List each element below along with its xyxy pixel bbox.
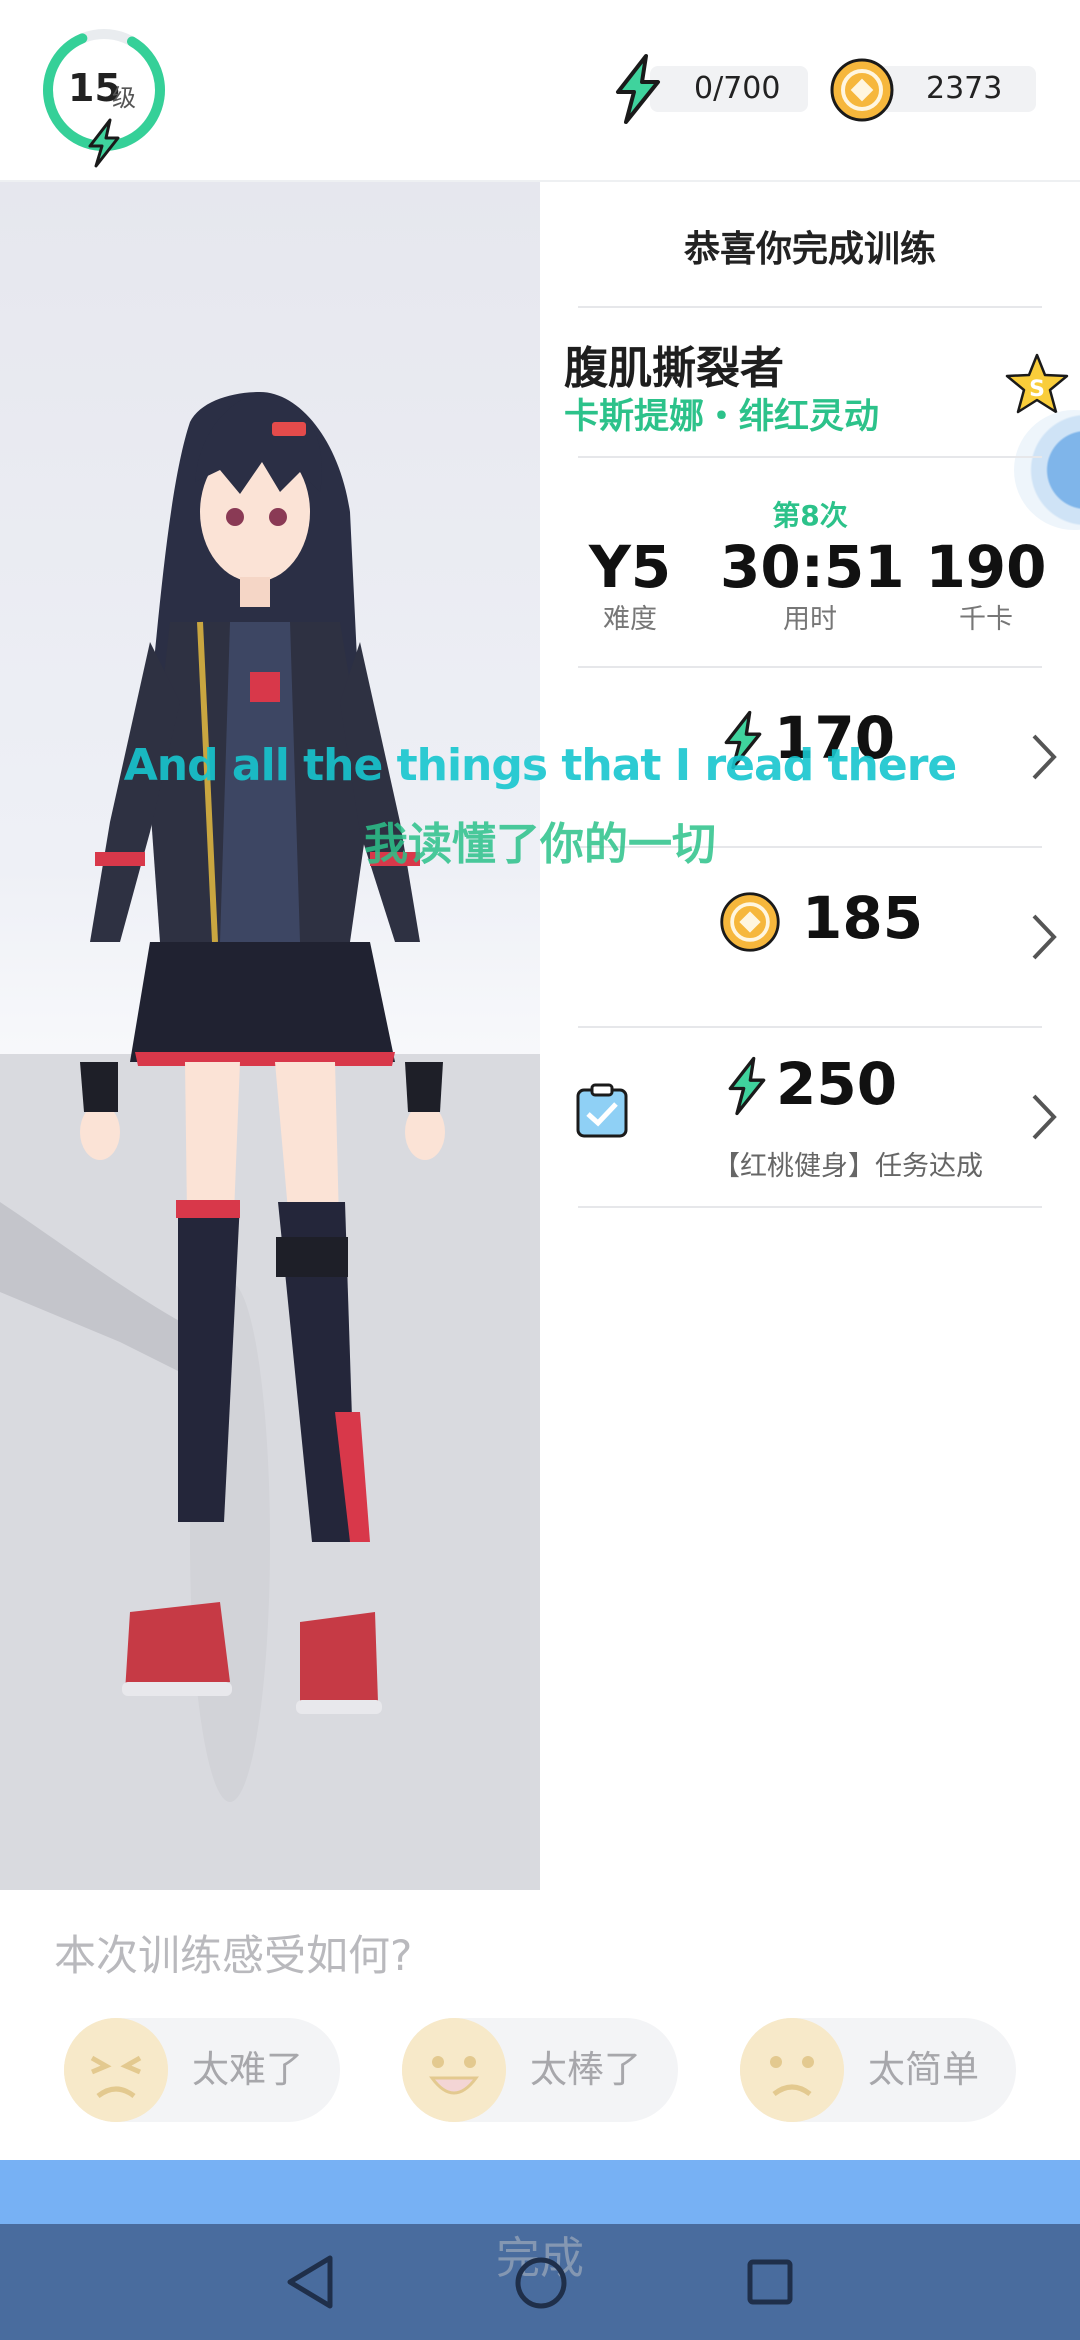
nav-back-icon[interactable] xyxy=(282,2252,338,2312)
duration-stat: 30:51 用时 xyxy=(720,532,905,638)
coin-icon xyxy=(830,58,894,122)
duration-label: 用时 xyxy=(783,604,837,635)
top-bar: 15 级 0/700 2373 xyxy=(0,0,1080,182)
chevron-right-icon xyxy=(1032,1094,1057,1140)
badge-letter: S xyxy=(1029,377,1045,402)
star-rank-badge: S xyxy=(1005,353,1069,414)
calories-label: 千卡 xyxy=(959,604,1013,635)
energy-counter[interactable]: 0/700 xyxy=(650,66,808,112)
level-bolt-icon xyxy=(88,118,120,168)
energy-value: 0/700 xyxy=(694,71,781,106)
chevron-right-icon xyxy=(1032,914,1057,960)
result-panel: 恭喜你完成训练 腹肌撕裂者 卡斯提娜・绯红灵动 S 第8次 Y5 难度 30:5… xyxy=(540,182,1080,1890)
nav-home-icon[interactable] xyxy=(514,2256,568,2310)
course-name: 腹肌撕裂者 xyxy=(564,343,784,394)
energy-bolt-icon xyxy=(616,54,660,124)
difficulty-value: Y5 xyxy=(588,533,672,601)
sad-face-icon xyxy=(740,2018,844,2122)
energy-bolt-icon xyxy=(728,1056,766,1116)
coin-value: 2373 xyxy=(926,71,1003,106)
nav-recent-apps-icon[interactable] xyxy=(746,2258,794,2306)
difficulty-stat: Y5 难度 xyxy=(540,532,720,638)
feedback-too-hard-button[interactable]: 太难了 xyxy=(64,2018,340,2122)
workout-complete-screen: 15 级 0/700 2373 恭喜你完成训练 腹肌撕裂者 卡斯提娜・绯红灵动 … xyxy=(0,0,1080,2340)
feedback-too-easy-label: 太简单 xyxy=(868,2048,979,2091)
lyric-subtitle-english: And all the things that I read there xyxy=(123,740,958,791)
reward-coin-row[interactable]: 185 xyxy=(578,848,1057,1026)
divider xyxy=(578,1206,1042,1208)
duration-value: 30:51 xyxy=(720,533,905,601)
done-button-bar[interactable] xyxy=(0,2160,1080,2224)
difficulty-label: 难度 xyxy=(603,604,657,635)
character-scene xyxy=(0,182,540,1890)
lyric-subtitle-chinese: 我读懂了你的一切 xyxy=(364,819,716,870)
feedback-great-button[interactable]: 太棒了 xyxy=(402,2018,678,2122)
divider xyxy=(578,306,1042,308)
level-unit: 级 xyxy=(112,84,136,112)
clipboard-check-icon xyxy=(576,1083,628,1138)
happy-face-icon xyxy=(402,2018,506,2122)
frustrated-face-icon xyxy=(64,2018,168,2122)
reward-coin-value: 185 xyxy=(802,884,924,952)
feedback-great-label: 太棒了 xyxy=(530,2048,641,2091)
divider xyxy=(578,456,1042,458)
anime-character-image xyxy=(0,392,445,1802)
coin-icon xyxy=(720,892,780,952)
completion-title: 恭喜你完成训练 xyxy=(683,229,936,270)
calories-value: 190 xyxy=(925,533,1047,601)
feedback-question: 本次训练感受如何? xyxy=(54,1931,413,1980)
coach-name: 卡斯提娜・绯红灵动 xyxy=(564,397,880,437)
reward-task-note: 【红桃健身】任务达成 xyxy=(713,1151,983,1182)
workout-count: 第8次 xyxy=(772,499,848,532)
calories-stat: 190 千卡 xyxy=(896,532,1076,638)
feedback-too-easy-button[interactable]: 太简单 xyxy=(740,2018,1016,2122)
reward-task-value: 250 xyxy=(776,1050,898,1118)
reward-task-row[interactable]: 250 【红桃健身】任务达成 xyxy=(576,1028,1057,1206)
feedback-section: 本次训练感受如何? 太难了 太棒了 太简单 xyxy=(0,1890,1080,2160)
feedback-too-hard-label: 太难了 xyxy=(192,2048,303,2091)
